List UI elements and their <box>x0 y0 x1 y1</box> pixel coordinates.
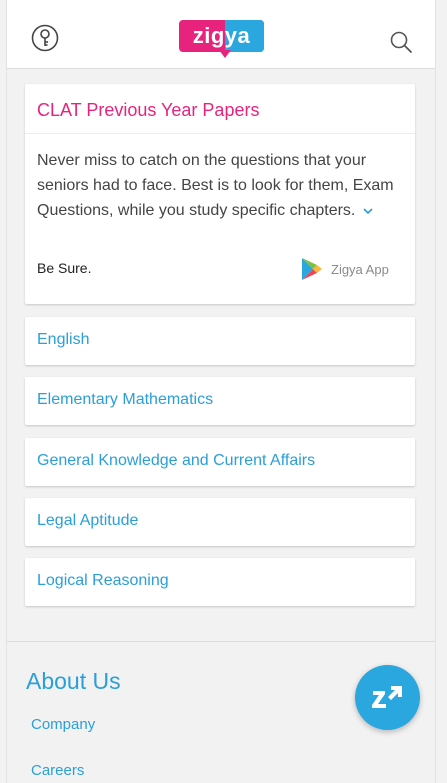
google-play-icon <box>302 258 322 280</box>
subject-logical-reasoning[interactable]: Logical Reasoning <box>25 558 415 606</box>
zigya-logo[interactable]: zigya <box>179 20 264 58</box>
key-icon[interactable] <box>31 24 59 52</box>
footer-link-company[interactable]: Company <box>31 716 95 733</box>
chat-fab-button[interactable] <box>355 665 420 730</box>
subject-english[interactable]: English <box>25 317 415 365</box>
intro-description: Never miss to catch on the questions tha… <box>37 148 403 223</box>
page-frame: zigya CLAT Previous Year Papers Never mi… <box>6 0 436 783</box>
subject-label: General Knowledge and Current Affairs <box>37 452 316 469</box>
intro-text: Never miss to catch on the questions tha… <box>37 152 394 219</box>
subject-label: English <box>37 331 90 348</box>
intro-card: CLAT Previous Year Papers Never miss to … <box>25 84 415 304</box>
zigya-z-icon <box>372 686 402 708</box>
footer-divider <box>7 641 435 642</box>
subject-elementary-mathematics[interactable]: Elementary Mathematics <box>25 377 415 425</box>
subject-label: Elementary Mathematics <box>37 391 214 408</box>
subject-legal-aptitude[interactable]: Legal Aptitude <box>25 498 415 546</box>
search-icon[interactable] <box>389 30 413 54</box>
footer-link-careers[interactable]: Careers <box>31 762 84 779</box>
logo-text: zigya <box>192 23 251 48</box>
logo-tail <box>219 50 231 58</box>
intro-title: CLAT Previous Year Papers <box>37 100 260 120</box>
about-us-heading: About Us <box>26 668 121 694</box>
subject-general-knowledge[interactable]: General Knowledge and Current Affairs <box>25 438 415 486</box>
subject-label: Logical Reasoning <box>37 572 169 589</box>
intro-footer-text: Be Sure. <box>37 260 92 276</box>
chevron-down-icon[interactable] <box>362 205 374 217</box>
top-bar: zigya <box>7 0 435 69</box>
divider <box>25 133 415 134</box>
subject-label: Legal Aptitude <box>37 512 139 529</box>
app-label: Zigya App <box>331 262 389 277</box>
